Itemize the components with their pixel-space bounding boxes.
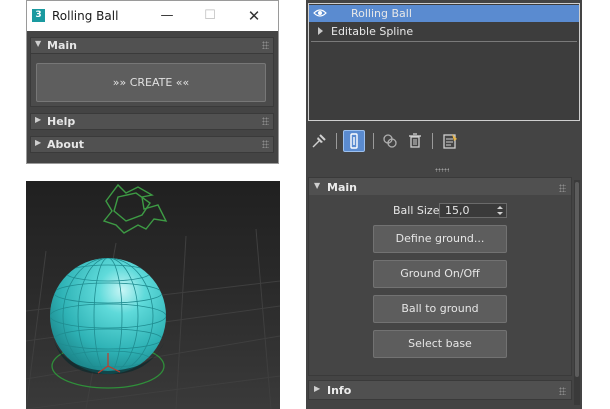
ground-onoff-button[interactable]: Ground On/Off (373, 260, 507, 288)
expand-arrow-icon: ▶ (35, 115, 42, 124)
command-panel: Rolling Ball Editable Spline ▼ Main Ball… (306, 0, 582, 409)
rollout-help-title: Help (47, 115, 76, 128)
create-button[interactable]: »» CREATE «« (36, 63, 266, 102)
spinner-arrows-icon[interactable] (497, 205, 503, 216)
collapse-arrow-icon: ▼ (35, 39, 42, 48)
select-base-button[interactable]: Select base (373, 330, 507, 358)
make-unique-icon[interactable] (381, 132, 399, 150)
rollout-main-header[interactable]: ▼ Main (308, 177, 572, 197)
pin-stack-icon[interactable] (310, 132, 328, 150)
minimize-icon[interactable]: — (154, 6, 180, 26)
close-icon[interactable]: ✕ (241, 6, 267, 26)
3dsmax-app-icon: 3 (32, 9, 45, 22)
rolling-ball-window: 3 Rolling Ball — ☐ ✕ ▼ Main »» CREATE ««… (26, 0, 279, 164)
eye-icon[interactable] (313, 7, 327, 19)
grip-icon (262, 117, 269, 125)
show-end-result-icon (350, 133, 358, 149)
grip-icon (559, 387, 566, 395)
stack-item-editable-spline[interactable]: Editable Spline (309, 23, 579, 40)
grip-icon (262, 41, 269, 49)
toolbar-separator (432, 133, 433, 149)
rollout-main-body: Ball Size: 15,0 Define ground... Ground … (308, 195, 572, 376)
toolbar-separator (373, 133, 374, 149)
modifier-stack-list[interactable]: Rolling Ball Editable Spline (308, 3, 580, 121)
command-rollouts: ▼ Main Ball Size: 15,0 Define ground... … (308, 175, 572, 405)
panel-resize-grip-icon[interactable] (435, 168, 449, 172)
viewport-scene (26, 183, 280, 409)
stack-item-rolling-ball[interactable]: Rolling Ball (309, 5, 579, 22)
ball-size-value[interactable]: 15,0 (445, 204, 470, 217)
rollout-main-title: Main (327, 181, 357, 194)
rollout-about-header[interactable]: ▶ About (30, 136, 274, 153)
remove-modifier-icon[interactable] (406, 132, 424, 150)
stack-divider (311, 41, 577, 42)
expand-arrow-icon[interactable] (318, 27, 323, 35)
rollout-help-header[interactable]: ▶ Help (30, 113, 274, 130)
grip-icon (559, 184, 566, 192)
rollout-info-header[interactable]: ▶ Info (308, 380, 572, 400)
window-titlebar[interactable]: 3 Rolling Ball — ☐ ✕ (27, 1, 278, 31)
toolbar-separator (336, 133, 337, 149)
stack-item-label: Rolling Ball (351, 7, 412, 20)
scrollbar-thumb[interactable] (575, 182, 579, 377)
maximize-icon[interactable]: ☐ (197, 6, 223, 26)
modifier-stack-toolbar (306, 128, 582, 154)
expand-arrow-icon: ▶ (314, 384, 321, 393)
grip-icon (262, 140, 269, 148)
move-gizmo-icon (102, 183, 168, 234)
rollout-main-body: »» CREATE «« (30, 54, 274, 107)
stack-item-label: Editable Spline (331, 25, 414, 38)
ball-size-label: Ball Size: (393, 204, 444, 217)
window-title: Rolling Ball (52, 9, 119, 23)
expand-arrow-icon: ▶ (35, 138, 42, 147)
ball-to-ground-button[interactable]: Ball to ground (373, 295, 507, 323)
rollout-about-title: About (47, 138, 85, 151)
configure-modifier-sets-icon[interactable] (441, 132, 459, 150)
perspective-viewport[interactable] (26, 181, 280, 409)
show-end-result-button[interactable] (343, 130, 365, 152)
collapse-arrow-icon: ▼ (314, 181, 321, 190)
rollout-main-header[interactable]: ▼ Main (30, 37, 274, 54)
ball-size-spinner[interactable]: 15,0 (439, 203, 507, 218)
rollout-info-title: Info (327, 384, 352, 397)
rollout-main-title: Main (47, 39, 77, 52)
define-ground-button[interactable]: Define ground... (373, 225, 507, 253)
